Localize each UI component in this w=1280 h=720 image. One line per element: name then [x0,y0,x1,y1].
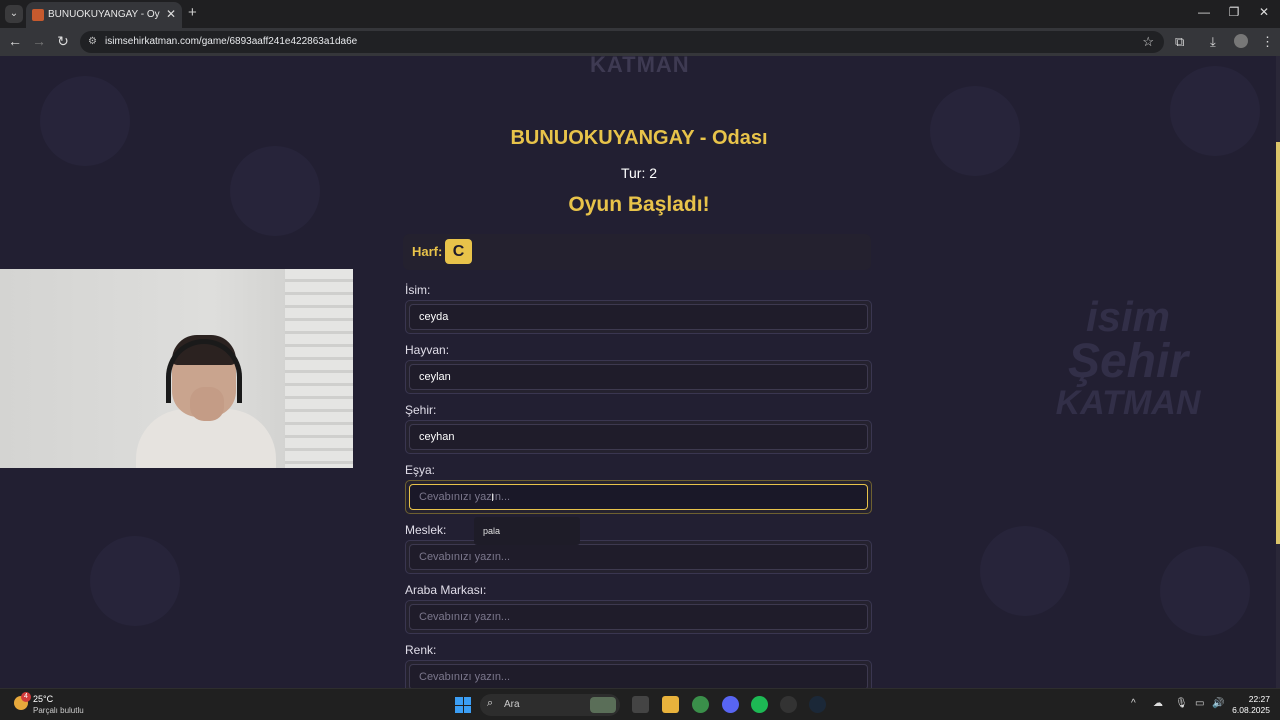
autocomplete-dropdown[interactable]: pala [474,517,580,545]
background-pattern [40,76,130,166]
scrollbar-thumb[interactable] [1276,142,1280,544]
tab-strip: ⌄ BUNUOKUYANGAY - Oyun Ekra ✕ + — ❐ ✕ [0,0,1280,28]
field-esya [405,480,872,514]
download-icon[interactable]: ⤓ [1210,34,1216,50]
tray-chevron-icon[interactable]: ^ [1131,698,1136,709]
microphone-icon[interactable]: 🎙 [1175,698,1188,709]
page-scrollbar[interactable] [1276,56,1280,688]
renk-input[interactable] [409,664,868,688]
temperature[interactable]: 25°C [33,694,53,704]
menu-icon[interactable]: ⋮ [1261,34,1274,50]
clock-date: 6.08.2025 [1232,705,1270,715]
site-favicon-icon [32,9,44,21]
text-cursor-icon: I [491,492,495,504]
profile-avatar[interactable] [1234,34,1248,48]
background-pattern [1170,66,1260,156]
new-tab-icon[interactable]: + [188,4,197,21]
esya-input[interactable] [409,484,868,510]
volume-icon[interactable]: 🔊 [1212,698,1224,709]
app-icon[interactable] [780,696,797,713]
background-logo: isim Şehir KATMAN [1048,293,1208,422]
taskbar: 4 25°C Parçalı bulutlu ⌕ Ara ^ ☁ 🎙 ▭ 🔊 2… [0,688,1280,720]
background-pattern [930,86,1020,176]
field-meslek [405,540,872,574]
background-pattern [90,536,180,626]
minimize-icon[interactable]: — [1194,5,1214,19]
field-label-isim: İsim: [405,283,431,297]
meslek-input[interactable] [409,544,868,570]
bookmark-star-icon[interactable]: ☆ [1142,34,1154,50]
clock-time: 22:27 [1248,694,1270,704]
field-sehir [405,420,872,454]
webcam-person-hand [190,387,224,421]
reload-icon[interactable]: ↻ [54,33,72,50]
background-pattern [980,526,1070,616]
spotify-icon[interactable] [751,696,768,713]
chrome-icon[interactable] [692,696,709,713]
autocomplete-item[interactable]: pala [483,526,500,536]
site-info-icon[interactable]: ⚙ [88,36,100,48]
field-label-esya: Eşya: [405,463,436,477]
steam-icon[interactable] [809,696,826,713]
windows-start-icon[interactable] [455,697,471,713]
field-label-araba: Araba Markası: [405,583,487,597]
field-hayvan [405,360,872,394]
site-logo: KATMAN [590,56,690,77]
task-view-icon[interactable] [632,696,649,713]
field-label-meslek: Meslek: [405,523,447,537]
close-window-icon[interactable]: ✕ [1254,5,1274,19]
field-araba-markasi [405,600,872,634]
weather-condition[interactable]: Parçalı bulutlu [33,706,84,715]
webcam-overlay [0,269,353,468]
browser-toolbar: ← → ↻ ⚙ isimsehirkatman.com/game/6893aaf… [0,28,1280,56]
field-label-renk: Renk: [405,643,437,657]
background-pattern [1160,546,1250,636]
letter-label: Harf: [412,244,443,259]
forward-icon[interactable]: → [30,33,48,49]
back-icon[interactable]: ← [6,33,24,49]
search-icon: ⌕ [487,697,494,709]
network-icon[interactable]: ☁ [1153,698,1163,709]
discord-icon[interactable] [722,696,739,713]
game-status: Oyun Başladı! [568,193,710,216]
restore-icon[interactable]: ❐ [1224,5,1244,19]
background-pattern [230,146,320,236]
tab-search-icon[interactable]: ⌄ [5,5,23,23]
field-isim [405,300,872,334]
hayvan-input[interactable] [409,364,868,390]
close-tab-icon[interactable]: ✕ [166,7,176,21]
field-label-sehir: Şehir: [405,403,437,417]
display-icon[interactable]: ▭ [1195,698,1204,709]
field-renk [405,660,872,688]
webcam-window-blind [285,269,353,468]
logo-line-2: Şehir [1067,335,1189,388]
room-title: BUNUOKUYANGAY - Odası [510,127,768,149]
search-highlight-icon [590,697,616,713]
sehir-input[interactable] [409,424,868,450]
tab-title: BUNUOKUYANGAY - Oyun Ekra [48,9,160,20]
weather-badge: 4 [21,692,31,702]
taskbar-search-placeholder: Ara [504,699,520,710]
taskbar-search[interactable]: ⌕ Ara [480,694,620,716]
araba-markasi-input[interactable] [409,604,868,630]
isim-input[interactable] [409,304,868,330]
letter-panel: Harf: C [403,234,871,270]
round-indicator: Tur: 2 [620,165,658,181]
logo-line-3: KATMAN [1055,384,1201,422]
logo-line-1: isim [1085,293,1171,340]
address-bar[interactable]: ⚙ isimsehirkatman.com/game/6893aaff241e4… [80,31,1164,53]
file-explorer-icon[interactable] [662,696,679,713]
extensions-icon[interactable]: ⧉ [1175,34,1184,50]
browser-tab[interactable]: BUNUOKUYANGAY - Oyun Ekra ✕ [26,2,182,28]
letter-badge: C [445,239,472,264]
field-label-hayvan: Hayvan: [405,343,450,357]
url-text[interactable]: isimsehirkatman.com/game/6893aaff241e422… [105,36,357,47]
system-clock[interactable]: 22:27 6.08.2025 [1228,694,1270,716]
